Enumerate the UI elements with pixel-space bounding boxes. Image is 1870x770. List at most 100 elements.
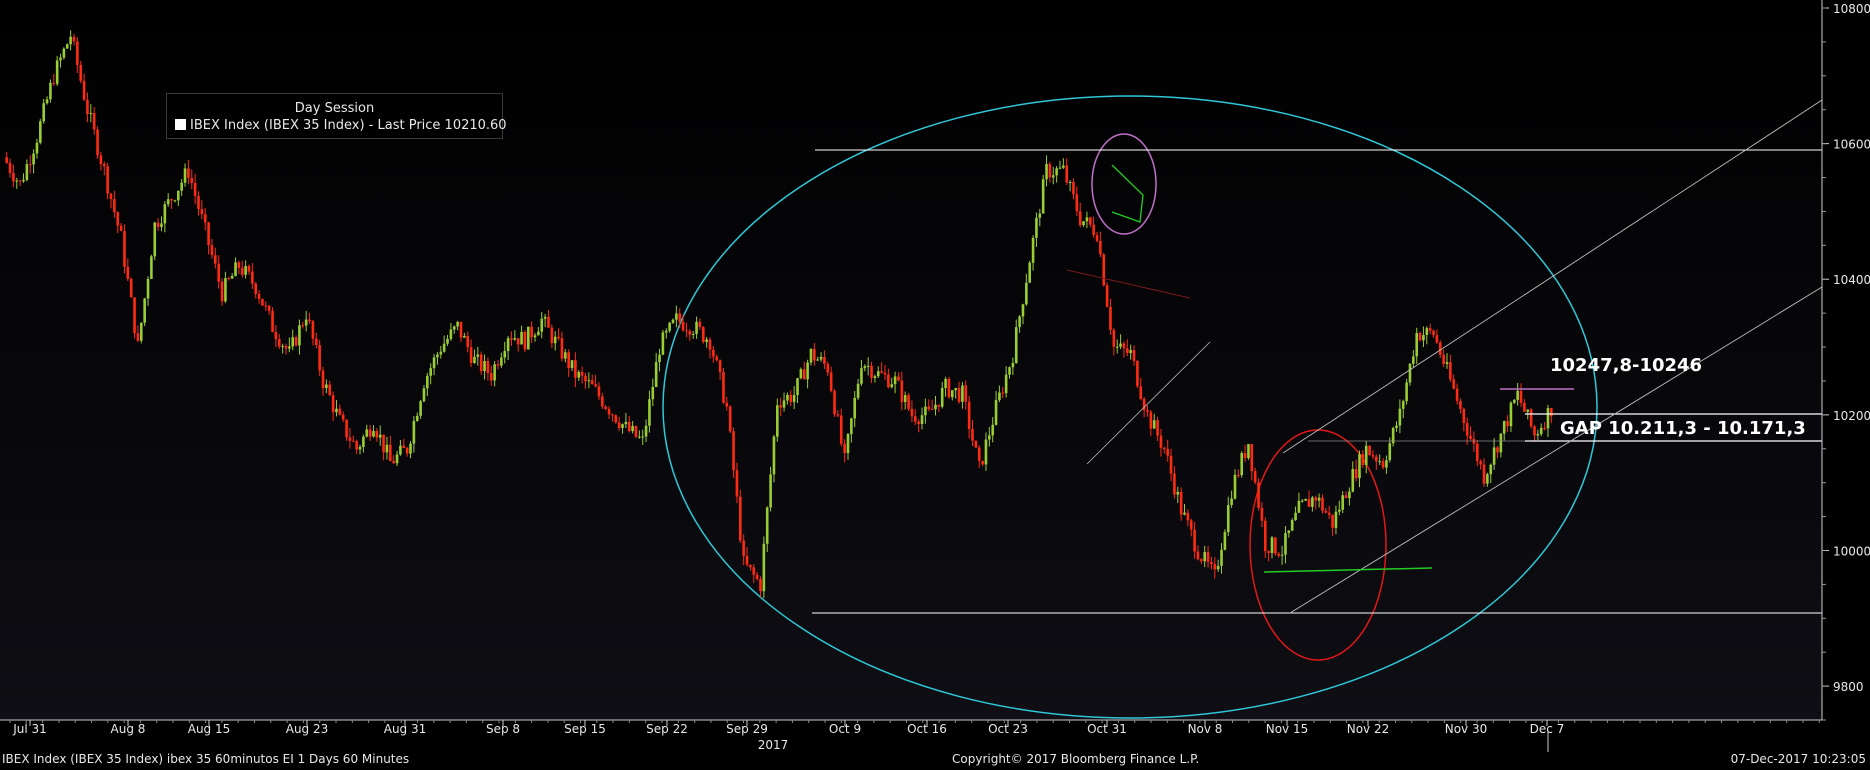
- x-tick-label: Nov 30: [1445, 722, 1488, 736]
- candle-body: [321, 370, 325, 389]
- candle-body: [1479, 461, 1482, 465]
- legend-series-label: IBEX Index (IBEX 35 Index) - Last Price …: [190, 118, 507, 133]
- candle-body: [1361, 454, 1365, 465]
- candle-body: [439, 351, 443, 355]
- candle-body: [82, 80, 86, 100]
- candle-body: [432, 357, 436, 369]
- candle-body: [1492, 447, 1496, 465]
- candle-body: [109, 193, 113, 199]
- candle-body: [76, 41, 79, 66]
- candle-body: [1078, 211, 1082, 226]
- candle-body: [1529, 409, 1533, 427]
- candle-body: [698, 321, 702, 328]
- candle-body: [930, 409, 934, 411]
- candle-body: [1533, 426, 1536, 436]
- x-tick-label: Aug 8: [111, 722, 146, 736]
- candle-body: [1438, 342, 1442, 355]
- candle-body: [964, 385, 968, 402]
- x-tick-label: Oct 16: [907, 722, 947, 736]
- candle-body: [113, 198, 116, 213]
- candle-body: [920, 415, 924, 425]
- candle-body: [247, 266, 251, 272]
- candle-body: [1324, 510, 1328, 513]
- candle-body: [69, 36, 72, 45]
- candle-body: [180, 182, 183, 191]
- candle-body: [345, 419, 348, 438]
- candle-body: [1092, 224, 1095, 236]
- candle-body: [335, 408, 338, 413]
- candle-body: [1189, 520, 1193, 530]
- candle-body: [240, 267, 244, 275]
- candle-body: [389, 444, 392, 461]
- candle-body: [1163, 447, 1166, 450]
- candle-body: [261, 298, 264, 306]
- candle-body: [493, 364, 496, 381]
- candle-body: [304, 319, 308, 326]
- candle-body: [311, 321, 315, 339]
- candle-body: [537, 331, 540, 336]
- candle-body: [860, 368, 863, 384]
- candle-body: [776, 405, 779, 437]
- candle-body: [187, 168, 190, 178]
- candle-body: [1422, 334, 1425, 341]
- candle-body: [483, 361, 486, 372]
- candle-body: [617, 422, 621, 428]
- candle-body: [395, 454, 399, 464]
- candle-body: [1351, 469, 1355, 492]
- candle-body: [570, 360, 574, 369]
- x-year-label: 2017: [758, 738, 789, 752]
- candle-body: [271, 310, 274, 332]
- candle-body: [1152, 420, 1156, 429]
- candle-body: [651, 386, 655, 400]
- candle-body: [1253, 471, 1257, 483]
- candle-body: [1425, 328, 1429, 335]
- candle-body: [1196, 551, 1200, 560]
- candle-body: [1045, 164, 1048, 180]
- candle-body: [1008, 367, 1011, 375]
- candle-body: [1132, 350, 1136, 362]
- candle-body: [547, 316, 550, 328]
- candle-body: [557, 336, 560, 339]
- candle-body: [1149, 411, 1153, 429]
- candle-body: [1072, 181, 1075, 195]
- candle-body: [681, 321, 685, 331]
- candle-body: [446, 338, 449, 344]
- candle-body: [944, 378, 947, 389]
- candle-body: [473, 356, 476, 364]
- candle-body: [705, 339, 708, 342]
- candle-body: [227, 278, 231, 280]
- legend-entry: IBEX Index (IBEX 35 Index) - Last Price …: [175, 118, 507, 133]
- candle-body: [355, 441, 358, 450]
- candle-body: [476, 354, 480, 357]
- candle-body: [688, 330, 692, 335]
- candle-body: [897, 376, 900, 381]
- candle-body: [119, 225, 123, 232]
- candle-body: [839, 415, 843, 444]
- candle-body: [1038, 213, 1042, 218]
- candle-body: [1482, 464, 1486, 484]
- candle-body: [1146, 410, 1149, 412]
- candle-body: [1536, 434, 1540, 436]
- candle-body: [1203, 552, 1206, 562]
- candle-body: [715, 356, 719, 361]
- candle-body: [449, 329, 453, 339]
- candle-body: [230, 275, 234, 279]
- candle-body: [1220, 549, 1223, 566]
- candle-body: [28, 164, 32, 166]
- candle-body: [1065, 165, 1069, 183]
- candle-body: [207, 222, 210, 246]
- candle-body: [843, 443, 846, 454]
- candle-body: [644, 425, 648, 437]
- candle-body: [291, 337, 295, 347]
- candle-body: [1237, 474, 1240, 476]
- x-tick-label: Oct 9: [829, 722, 861, 736]
- candle-body: [267, 305, 271, 311]
- candle-body: [1311, 497, 1314, 507]
- candle-body: [1001, 392, 1005, 394]
- candle-body: [661, 332, 665, 355]
- candle-body: [685, 330, 688, 332]
- candle-body: [772, 436, 776, 475]
- candle-body: [712, 349, 715, 357]
- candle-body: [183, 168, 187, 183]
- candle-body: [294, 337, 298, 346]
